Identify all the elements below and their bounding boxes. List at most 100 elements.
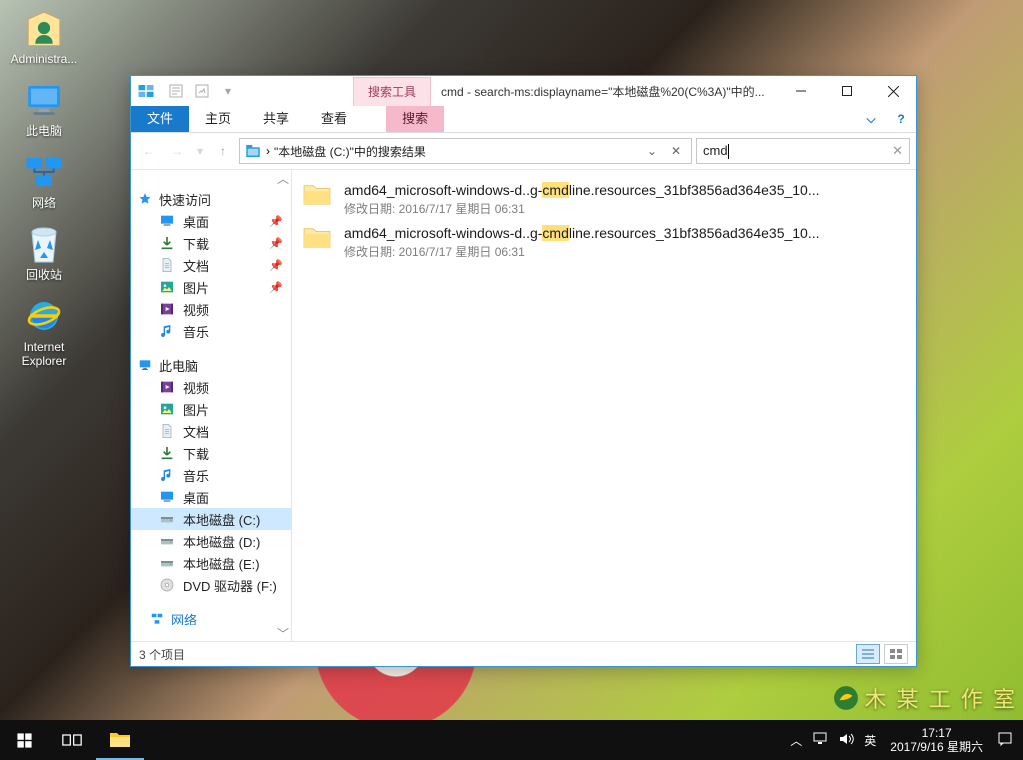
help-icon[interactable]: ?	[886, 106, 916, 132]
documents-icon	[159, 257, 175, 273]
search-result[interactable]: amd64_microsoft-windows-d..g-cmdline.res…	[292, 221, 916, 264]
recycle-bin-icon[interactable]: 回收站	[6, 224, 82, 282]
nav-back-button[interactable]: ←	[137, 139, 161, 163]
folder-icon	[302, 225, 334, 257]
nav-item-label: 本地磁盘 (D:)	[183, 532, 260, 551]
nav-quick-music-icon[interactable]: 音乐	[131, 320, 291, 342]
window-title: cmd - search-ms:displayname="本地磁盘%20(C%3…	[431, 83, 778, 100]
tray-ime[interactable]: 英	[864, 732, 876, 749]
address-refresh-icon[interactable]: ✕	[665, 144, 687, 158]
nav-quick-documents-icon[interactable]: 文档📌	[131, 254, 291, 276]
nav-pc-item[interactable]: 本地磁盘 (C:)	[131, 508, 291, 530]
network-icon[interactable]: 网络	[6, 152, 82, 210]
nav-pc-item[interactable]: 视频	[131, 376, 291, 398]
drive-icon	[159, 555, 175, 571]
pin-icon: 📌	[269, 237, 283, 250]
tray-notifications-icon[interactable]	[997, 731, 1013, 750]
nav-quick-desktop-icon[interactable]: 桌面📌	[131, 210, 291, 232]
status-bar: 3 个项目	[131, 642, 916, 666]
result-meta: 修改日期: 2016/7/17 星期日 06:31	[344, 200, 906, 217]
nav-item-label: 视频	[183, 378, 209, 397]
nav-item-label: 文档	[183, 256, 209, 275]
folder-icon	[302, 182, 334, 214]
nav-pane: ︿ 快速访问 桌面📌下载📌文档📌图片📌视频音乐 此电脑 视频图片文档下载音乐桌面…	[131, 170, 292, 641]
nav-pc-item[interactable]: 音乐	[131, 464, 291, 486]
nav-pc-item[interactable]: DVD 驱动器 (F:)	[131, 574, 291, 596]
nav-item-label: 文档	[183, 422, 209, 441]
nav-up-button[interactable]: ↑	[211, 139, 235, 163]
nav-scroll-down[interactable]: ﹀	[131, 625, 291, 641]
search-value: cmd	[703, 143, 728, 158]
desktop-icon	[159, 489, 175, 505]
qat-properties-icon[interactable]	[165, 80, 187, 102]
search-input[interactable]: cmd ✕	[696, 138, 910, 164]
result-meta: 修改日期: 2016/7/17 星期日 06:31	[344, 243, 906, 260]
nav-quick-access[interactable]: 快速访问	[131, 188, 291, 210]
this-pc-icon[interactable]: 此电脑	[6, 80, 82, 138]
search-result[interactable]: amd64_microsoft-windows-d..g-cmdline.res…	[292, 178, 916, 221]
taskbar[interactable]: ︿ 英 17:17 2017/9/16 星期六	[0, 720, 1023, 760]
nav-pc-item[interactable]: 文档	[131, 420, 291, 442]
tab-file[interactable]: 文件	[131, 106, 189, 132]
nav-item-label: DVD 驱动器 (F:)	[183, 576, 277, 595]
tab-home[interactable]: 主页	[189, 106, 247, 132]
nav-quick-pictures-icon[interactable]: 图片📌	[131, 276, 291, 298]
tab-share[interactable]: 共享	[247, 106, 305, 132]
nav-quick-downloads-icon[interactable]: 下载 📌	[131, 232, 291, 254]
nav-item-label: 图片	[183, 278, 209, 297]
tab-search[interactable]: 搜索	[386, 106, 444, 132]
search-tools-tab[interactable]: 搜索工具	[353, 77, 431, 106]
nav-scroll-up[interactable]: ︿	[131, 170, 291, 186]
result-name: amd64_microsoft-windows-d..g-cmdline.res…	[344, 182, 906, 198]
videos-icon	[159, 301, 175, 317]
nav-pc-item[interactable]: 图片	[131, 398, 291, 420]
qat-newfolder-icon[interactable]	[191, 80, 213, 102]
start-button[interactable]	[0, 720, 48, 760]
network-small-icon	[149, 611, 165, 625]
administrator-icon[interactable]: Administra...	[6, 8, 82, 66]
ribbon-expand-icon[interactable]: ⌵	[856, 106, 886, 132]
nav-pc-item[interactable]: 下载	[131, 442, 291, 464]
address-dropdown-icon[interactable]: ⌄	[643, 144, 661, 158]
pictures-icon	[159, 279, 175, 295]
view-details-button[interactable]	[856, 644, 880, 664]
tray-volume-icon[interactable]	[838, 732, 854, 749]
nav-this-pc[interactable]: 此电脑	[131, 354, 291, 376]
qat-dropdown-icon[interactable]: ▾	[217, 80, 239, 102]
nav-item-label: 下载	[183, 234, 209, 253]
result-name: amd64_microsoft-windows-d..g-cmdline.res…	[344, 225, 906, 241]
ribbon-tabs: 文件 主页 共享 查看 搜索 ⌵ ?	[131, 106, 916, 133]
taskbar-clock[interactable]: 17:17 2017/9/16 星期六	[886, 726, 987, 754]
dvd-icon	[159, 577, 175, 593]
tray-network-icon[interactable]	[812, 732, 828, 749]
nav-pc-item[interactable]: 本地磁盘 (D:)	[131, 530, 291, 552]
tray-up-icon[interactable]: ︿	[790, 732, 802, 749]
address-separator: ›	[266, 144, 270, 158]
address-bar[interactable]: › "本地磁盘 (C:)"中的搜索结果 ⌄ ✕	[239, 138, 692, 164]
titlebar[interactable]: ▾ 搜索工具 cmd - search-ms:displayname="本地磁盘…	[131, 76, 916, 106]
explorer-app-icon[interactable]	[131, 76, 161, 106]
quick-access-toolbar: ▾	[161, 76, 243, 106]
folder-icon	[244, 142, 262, 160]
nav-history-dropdown[interactable]: ▾	[193, 139, 207, 163]
view-large-button[interactable]	[884, 644, 908, 664]
search-clear-icon[interactable]: ✕	[892, 143, 903, 159]
nav-quick-videos-icon[interactable]: 视频	[131, 298, 291, 320]
nav-forward-button[interactable]: →	[165, 139, 189, 163]
maximize-button[interactable]	[824, 76, 870, 106]
file-explorer-window: ▾ 搜索工具 cmd - search-ms:displayname="本地磁盘…	[130, 75, 917, 667]
breadcrumb[interactable]: "本地磁盘 (C:)"中的搜索结果	[274, 143, 639, 160]
nav-pc-item[interactable]: 本地磁盘 (E:)	[131, 552, 291, 574]
nav-pc-item[interactable]: 桌面	[131, 486, 291, 508]
music-icon	[159, 323, 175, 339]
taskbar-explorer-button[interactable]	[96, 720, 144, 760]
nav-item-label: 桌面	[183, 212, 209, 231]
results-pane[interactable]: amd64_microsoft-windows-d..g-cmdline.res…	[292, 170, 916, 641]
nav-network[interactable]: 网络	[131, 608, 291, 625]
tab-view[interactable]: 查看	[305, 106, 363, 132]
close-button[interactable]	[870, 76, 916, 106]
nav-item-label: 本地磁盘 (C:)	[183, 510, 260, 529]
internet-explorer-icon[interactable]: Internet Explorer	[6, 296, 82, 368]
task-view-button[interactable]	[48, 720, 96, 760]
minimize-button[interactable]	[778, 76, 824, 106]
